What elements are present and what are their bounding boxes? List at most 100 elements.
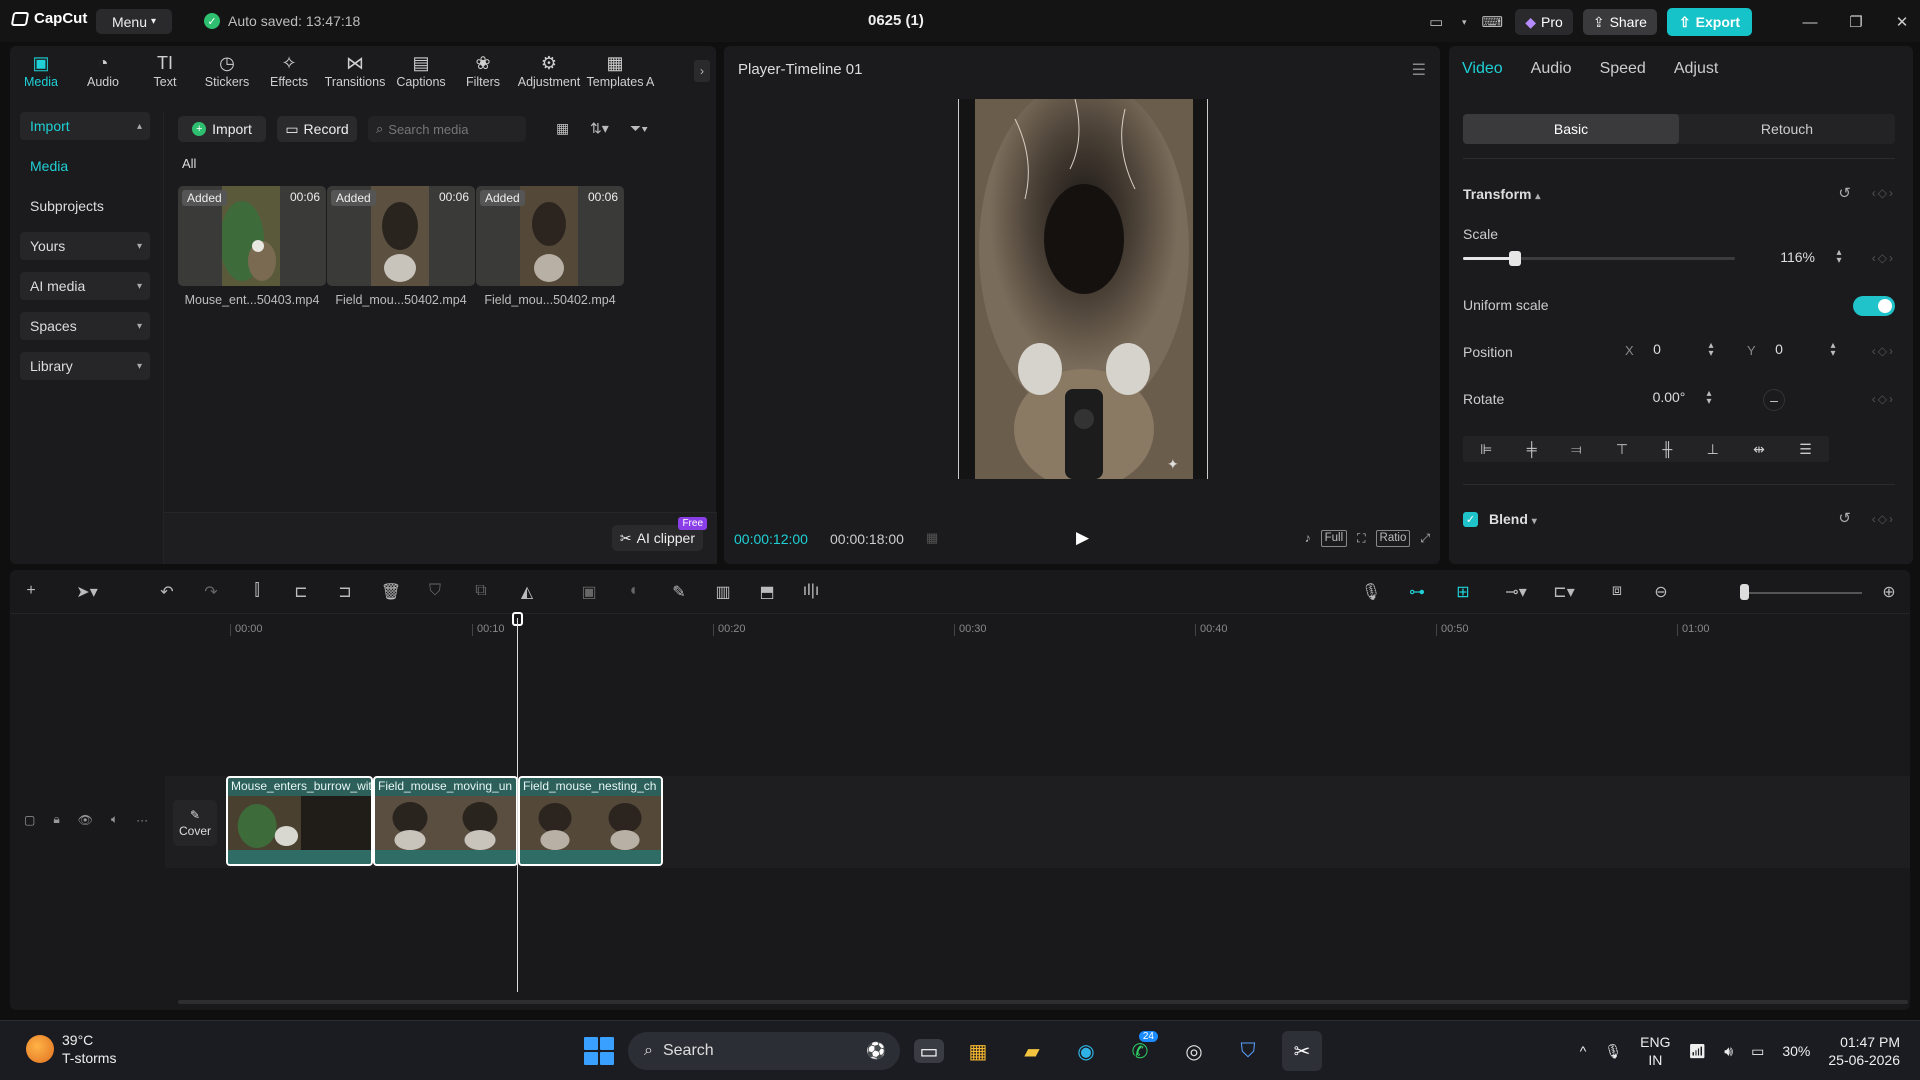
more-options-icon[interactable]: ···: [136, 813, 148, 827]
filter-all[interactable]: All: [182, 156, 196, 171]
keyframe-nav-icon[interactable]: ‹◇›: [1872, 392, 1895, 406]
sidebar-item-import[interactable]: Import ▴: [20, 112, 150, 140]
video-canvas[interactable]: ✦: [958, 99, 1208, 479]
align-left-icon[interactable]: ⊫: [1480, 441, 1492, 458]
tab-adjust[interactable]: Adjust: [1674, 60, 1718, 78]
distribute-h-icon[interactable]: ⇹: [1753, 441, 1765, 458]
tab-more[interactable]: A: [646, 46, 660, 96]
rotate-field[interactable]: 0.00°: [1625, 384, 1713, 410]
minimize-icon[interactable]: —: [1792, 14, 1828, 31]
audio-waveform-icon[interactable]: ıl|ı: [800, 582, 822, 600]
tab-speed[interactable]: Speed: [1600, 60, 1646, 78]
timeline-clip[interactable]: Mouse_enters_burrow_with: [226, 776, 373, 866]
blend-section[interactable]: Blend ▾: [1489, 511, 1537, 527]
position-x-field[interactable]: 0: [1635, 336, 1679, 362]
close-icon[interactable]: ✕: [1884, 13, 1920, 31]
windows-start-icon[interactable]: [582, 1035, 614, 1067]
scale-value[interactable]: 116%: [1759, 244, 1815, 270]
subtab-retouch[interactable]: Retouch: [1679, 114, 1895, 144]
keyframe-nav-icon[interactable]: ‹◇›: [1872, 186, 1895, 200]
transform-section[interactable]: Transform ▴: [1463, 186, 1540, 202]
microphone-icon[interactable]: 🎙: [1604, 1043, 1622, 1060]
fit-timeline-icon[interactable]: ⧈: [1606, 582, 1628, 600]
vpn-shield-icon[interactable]: ⛉: [1228, 1031, 1268, 1071]
chevron-up-icon[interactable]: ^: [1580, 1043, 1587, 1059]
timeline-clip[interactable]: Field_mouse_nesting_ch: [518, 776, 663, 866]
eye-icon[interactable]: 👁︎: [78, 813, 93, 827]
system-clock[interactable]: 01:47 PM 25-06-2026: [1828, 1033, 1900, 1069]
weather-widget[interactable]: 39°C T-storms: [26, 1031, 116, 1067]
split-left-icon[interactable]: ⊏: [290, 582, 312, 602]
tab-audio[interactable]: Audio: [1531, 60, 1572, 78]
zoom-out-icon[interactable]: ⊖: [1650, 582, 1672, 602]
sidebar-item-subprojects[interactable]: Subprojects: [20, 192, 150, 220]
sidebar-item-library[interactable]: Library ▾: [20, 352, 150, 380]
align-top-icon[interactable]: ⊤: [1616, 441, 1628, 458]
export-frame-icon[interactable]: ⬒: [756, 582, 778, 602]
export-button[interactable]: ⇧ Export: [1666, 8, 1752, 36]
sidebar-item-yours[interactable]: Yours ▾: [20, 232, 150, 260]
search-media[interactable]: ⌕: [368, 116, 526, 142]
keyframe-nav-icon[interactable]: ‹◇›: [1872, 251, 1895, 265]
ai-clipper-button[interactable]: ✂ AI clipper Free: [611, 517, 707, 551]
wifi-icon[interactable]: 📶︎: [1689, 1043, 1707, 1060]
preview-axis-icon[interactable]: ⊏▾: [1546, 582, 1582, 602]
magic-wand-icon[interactable]: ✎: [668, 582, 690, 602]
sidebar-item-spaces[interactable]: Spaces ▾: [20, 312, 150, 340]
rotate-stepper-icon[interactable]: ▴ ▾: [1703, 389, 1715, 407]
track-toggle-icon[interactable]: ▢: [24, 813, 35, 827]
zoom-slider[interactable]: [1744, 592, 1862, 594]
add-track-icon[interactable]: +: [20, 582, 42, 600]
timeline-scrollbar[interactable]: [178, 1000, 1908, 1004]
menu-button[interactable]: Menu ▾: [96, 9, 172, 34]
shield-icon[interactable]: ⛉: [424, 582, 446, 600]
scale-slider-handle[interactable]: [1508, 251, 1521, 266]
playhead[interactable]: [517, 618, 518, 992]
position-y-field[interactable]: 0: [1757, 336, 1801, 362]
reset-icon[interactable]: ↺: [1838, 509, 1851, 527]
chevron-down-icon[interactable]: ▾: [1459, 10, 1469, 34]
redo-icon[interactable]: ↷: [200, 582, 222, 602]
fullscreen-icon[interactable]: ⤢: [1420, 528, 1430, 548]
task-view-icon[interactable]: ▭: [914, 1039, 944, 1063]
split-icon[interactable]: ⫿: [246, 582, 268, 600]
keyframe-nav-icon[interactable]: ‹◇›: [1872, 512, 1895, 526]
position-x-stepper-icon[interactable]: ▴ ▾: [1705, 341, 1717, 359]
delete-icon[interactable]: 🗑: [380, 582, 402, 602]
lock-icon[interactable]: 🔒︎: [53, 812, 59, 827]
focus-icon[interactable]: ⛶: [1357, 528, 1365, 548]
tab-stickers[interactable]: ◷ Stickers: [196, 46, 258, 96]
sidebar-item-ai-media[interactable]: AI media ▾: [20, 272, 150, 300]
tabs-scroll-right-button[interactable]: ›: [694, 60, 710, 82]
shortcuts-icon[interactable]: ⌨: [1479, 10, 1505, 34]
tiktok-icon[interactable]: ♪: [1305, 528, 1311, 548]
taskbar-search[interactable]: ⌕ Search ⚽: [628, 1032, 900, 1070]
full-quality-button[interactable]: Full: [1320, 529, 1348, 547]
search-input[interactable]: [388, 121, 509, 137]
hamburger-menu-icon[interactable]: ☰: [1412, 60, 1426, 80]
grid-view-icon[interactable]: ▦: [556, 120, 569, 137]
tab-audio[interactable]: ◔ Audio: [72, 46, 134, 96]
ratio-button[interactable]: Ratio: [1375, 529, 1411, 547]
media-item[interactable]: Added 00:06: [476, 186, 624, 286]
media-item[interactable]: Added 00:06: [327, 186, 475, 286]
tab-captions[interactable]: ▤ Captions: [390, 46, 452, 96]
hd-icon[interactable]: ▥: [712, 582, 734, 602]
volume-icon[interactable]: 🔊︎: [1724, 1043, 1733, 1060]
tab-text[interactable]: TI Text: [134, 46, 196, 96]
subtab-basic[interactable]: Basic: [1463, 114, 1679, 144]
crop-icon[interactable]: ⧉: [470, 582, 492, 600]
microphone-icon[interactable]: 🎙: [1360, 582, 1382, 602]
sort-icon[interactable]: ⇅▾: [590, 120, 609, 137]
play-button[interactable]: ▶: [1076, 528, 1094, 548]
rotate-dial-icon[interactable]: –: [1763, 389, 1785, 411]
tab-video[interactable]: Video: [1462, 60, 1503, 78]
sidebar-item-media[interactable]: Media: [20, 152, 150, 180]
scale-slider[interactable]: [1463, 251, 1735, 266]
layout-icon[interactable]: ▭: [1423, 10, 1449, 34]
speaker-icon[interactable]: 🔈︎: [111, 812, 118, 827]
auto-snap-icon[interactable]: ⊞: [1452, 582, 1474, 602]
input-language[interactable]: ENG: [1640, 1033, 1670, 1051]
chrome-icon[interactable]: ◎: [1174, 1031, 1214, 1071]
zoom-slider-handle[interactable]: [1740, 584, 1749, 600]
